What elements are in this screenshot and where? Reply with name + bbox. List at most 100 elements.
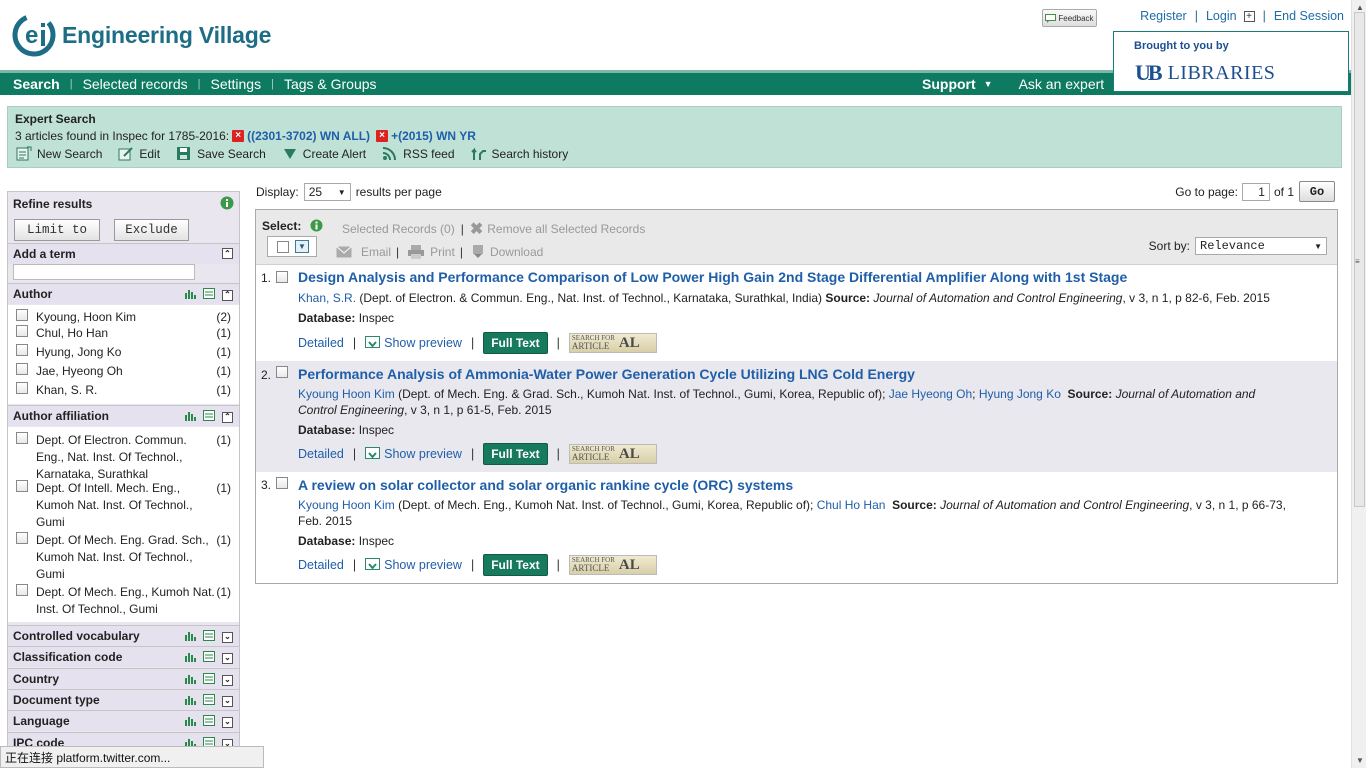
email-link[interactable]: Email	[361, 245, 391, 259]
export-icon[interactable]	[203, 673, 215, 687]
bar-chart-icon[interactable]	[184, 630, 196, 644]
results-per-page-select[interactable]: 25 ▼	[303, 183, 351, 201]
document-type-header[interactable]: Document type ⌄	[8, 689, 239, 710]
go-button[interactable]: Go	[1299, 181, 1335, 202]
checkbox[interactable]	[16, 480, 28, 492]
nav-ask-expert[interactable]: Ask an expert	[1009, 76, 1115, 92]
checkbox[interactable]	[16, 363, 28, 375]
remove-term-icon[interactable]: ×	[376, 130, 389, 142]
bar-chart-icon[interactable]	[184, 651, 196, 665]
register-link[interactable]: Register	[1140, 9, 1187, 23]
remove-all-link[interactable]: Remove all Selected Records	[487, 222, 645, 236]
author-item[interactable]: Chul, Ho Han (1)	[8, 324, 239, 343]
classification-code-header[interactable]: Classification code ⌄	[8, 646, 239, 667]
end-session-link[interactable]: End Session	[1274, 9, 1344, 23]
add-term-input[interactable]	[13, 264, 195, 280]
author-item[interactable]: Khan, S. R. (1)	[8, 381, 239, 400]
info-icon[interactable]	[310, 219, 323, 235]
expand-icon[interactable]: ⌄	[222, 652, 233, 664]
affiliation-item[interactable]: Dept. Of Electron. Commun. Eng., Nat. Ins…	[8, 427, 239, 481]
new-search-button[interactable]: New Search	[16, 146, 102, 161]
search-for-article-button[interactable]: SEARCH FOR ARTICLE AL	[568, 555, 657, 575]
bar-chart-icon[interactable]	[184, 694, 196, 708]
author-link[interactable]: Chul Ho Han	[817, 498, 886, 512]
create-alert-button[interactable]: Create Alert	[282, 146, 366, 161]
checkbox[interactable]	[16, 325, 28, 337]
collapse-icon[interactable]: ⌃	[222, 248, 233, 259]
full-text-button[interactable]: Full Text	[483, 443, 548, 465]
checkbox[interactable]	[16, 344, 28, 356]
sort-select[interactable]: Relevance ▼	[1195, 237, 1327, 255]
print-link[interactable]: Print	[430, 245, 455, 259]
author-item[interactable]: Jae, Hyeong Oh (1)	[8, 362, 239, 381]
detailed-link[interactable]: Detailed	[298, 447, 344, 461]
search-for-article-button[interactable]: SEARCH FOR ARTICLE AL	[568, 444, 657, 464]
affiliation-item[interactable]: Dept. Of Mech. Eng. Grad. Sch., Kumoh Nat…	[8, 532, 239, 584]
record-checkbox[interactable]	[276, 366, 288, 378]
checkbox[interactable]	[16, 532, 28, 544]
select-all-control[interactable]: ▼	[267, 236, 317, 257]
language-header[interactable]: Language ⌄	[8, 710, 239, 731]
download-link[interactable]: Download	[490, 245, 543, 259]
collapse-icon[interactable]: ⌃	[222, 289, 233, 301]
expand-icon[interactable]: ⌄	[222, 695, 233, 707]
query-term-2[interactable]: +(2015) WN YR	[391, 129, 476, 143]
expand-icon[interactable]: ⌄	[222, 631, 233, 643]
select-menu-icon[interactable]: ▼	[295, 240, 309, 253]
export-icon[interactable]	[203, 288, 215, 302]
limit-to-button[interactable]: Limit to	[14, 219, 100, 241]
author-facet-header[interactable]: Author ⌃	[8, 283, 239, 304]
select-all-checkbox[interactable]	[277, 240, 289, 253]
scroll-down-arrow-icon[interactable]: ▼	[1356, 756, 1364, 765]
export-icon[interactable]	[203, 410, 215, 424]
author-link[interactable]: Khan, S.R.	[298, 291, 356, 305]
checkbox[interactable]	[16, 382, 28, 394]
engineering-village-logo[interactable]: e Engineering Village	[12, 13, 271, 57]
collapse-icon[interactable]: ⌃	[222, 411, 233, 423]
author-item[interactable]: Kyoung, Hoon Kim (2)	[8, 305, 239, 324]
affiliation-facet-header[interactable]: Author affiliation ⌃	[8, 405, 239, 426]
feedback-button[interactable]: Feedback	[1042, 9, 1097, 27]
vertical-scrollbar[interactable]: ▲ ≡ ▼	[1351, 0, 1366, 768]
bar-chart-icon[interactable]	[184, 715, 196, 729]
full-text-button[interactable]: Full Text	[483, 554, 548, 576]
login-link[interactable]: Login	[1206, 9, 1237, 23]
login-expand-icon[interactable]: +	[1243, 10, 1255, 22]
show-preview-link[interactable]: Show preview	[384, 336, 462, 350]
checkbox[interactable]	[16, 432, 28, 444]
page-number-input[interactable]: 1	[1241, 182, 1270, 201]
author-link[interactable]: Kyoung Hoon Kim	[298, 387, 395, 401]
expand-icon[interactable]: ⌄	[222, 716, 233, 728]
checkbox[interactable]	[16, 309, 28, 321]
search-history-button[interactable]: Search history	[470, 146, 568, 161]
export-icon[interactable]	[203, 715, 215, 729]
record-title[interactable]: A review on solar collector and solar or…	[298, 477, 793, 493]
detailed-link[interactable]: Detailed	[298, 558, 344, 572]
search-for-article-button[interactable]: SEARCH FOR ARTICLE AL	[568, 333, 657, 353]
nav-tags-groups[interactable]: Tags & Groups	[274, 76, 387, 92]
record-title[interactable]: Performance Analysis of Ammonia-Water Po…	[298, 366, 915, 382]
checkbox[interactable]	[16, 584, 28, 596]
library-branding[interactable]: Brought to you by UB Libraries	[1113, 31, 1349, 92]
query-term-1[interactable]: ((2301-3702) WN ALL)	[247, 129, 370, 143]
author-link[interactable]: Kyoung Hoon Kim	[298, 498, 395, 512]
export-icon[interactable]	[203, 694, 215, 708]
info-icon[interactable]	[220, 196, 234, 213]
record-checkbox[interactable]	[276, 477, 288, 489]
export-icon[interactable]	[203, 630, 215, 644]
author-link[interactable]: Jae Hyeong Oh	[889, 387, 972, 401]
save-search-button[interactable]: Save Search	[176, 146, 266, 161]
exclude-button[interactable]: Exclude	[114, 219, 189, 241]
nav-support[interactable]: Support ▼	[909, 76, 1003, 92]
show-preview-link[interactable]: Show preview	[384, 558, 462, 572]
selected-records-link[interactable]: Selected Records (0)	[342, 222, 455, 236]
record-checkbox[interactable]	[276, 271, 288, 283]
country-header[interactable]: Country ⌄	[8, 668, 239, 689]
edit-button[interactable]: Edit	[118, 146, 160, 161]
controlled-vocabulary-header[interactable]: Controlled vocabulary ⌄	[8, 625, 239, 646]
full-text-button[interactable]: Full Text	[483, 332, 548, 354]
affiliation-item[interactable]: Dept. Of Mech. Eng., Kumoh Nat. Inst. Of …	[8, 584, 239, 622]
remove-term-icon[interactable]: ×	[232, 130, 245, 142]
show-preview-link[interactable]: Show preview	[384, 447, 462, 461]
nav-settings[interactable]: Settings	[200, 76, 271, 92]
